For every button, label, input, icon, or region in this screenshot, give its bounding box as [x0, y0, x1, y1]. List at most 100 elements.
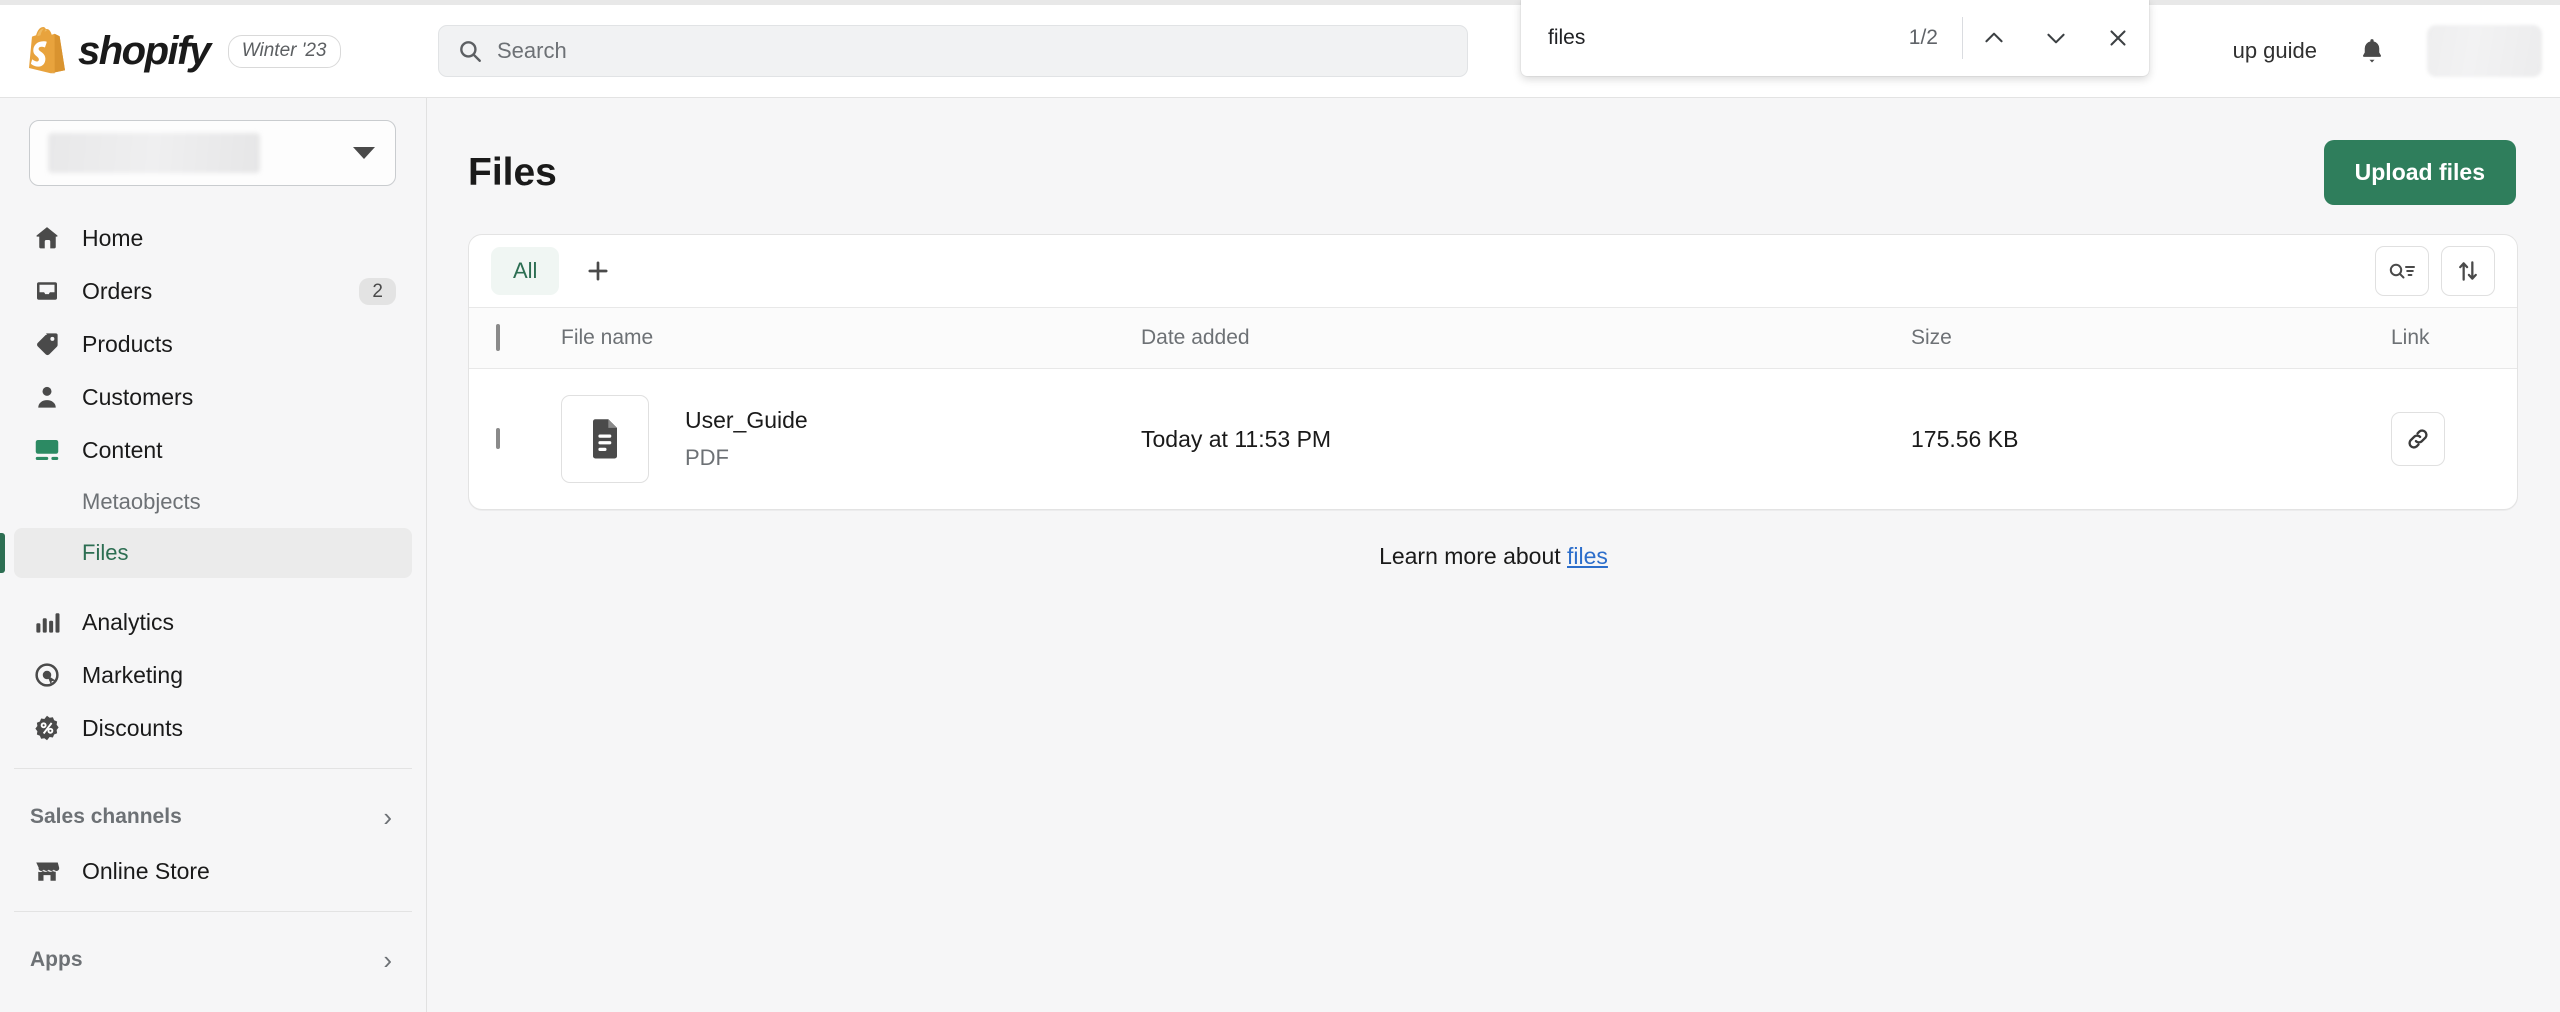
add-view-button[interactable]: [571, 244, 625, 298]
sidebar-item-label: Online Store: [82, 858, 210, 885]
sidebar-item-label: Orders: [82, 278, 152, 305]
shopify-bag-icon: [24, 27, 68, 75]
file-name-cell: User_Guide PDF: [561, 369, 1141, 510]
page-header: Files Upload files: [427, 98, 2560, 205]
select-all-checkbox[interactable]: [496, 324, 500, 351]
sidebar-item-home[interactable]: Home: [14, 212, 412, 264]
search-filter-icon: [2387, 258, 2417, 284]
global-search-input[interactable]: Search: [438, 25, 1468, 77]
home-icon: [30, 223, 64, 253]
chevron-right-icon: ›: [383, 947, 392, 973]
files-card: All: [468, 234, 2518, 510]
tab-all[interactable]: All: [491, 247, 559, 295]
account-avatar[interactable]: [2427, 25, 2542, 77]
sidebar-item-metaobjects[interactable]: Metaobjects: [14, 477, 412, 527]
sidebar-item-online-store[interactable]: Online Store: [14, 845, 412, 897]
search-filter-button[interactable]: [2375, 246, 2429, 296]
link-chain-icon: [2404, 425, 2432, 453]
copy-link-button[interactable]: [2391, 412, 2445, 466]
learn-more-text: Learn more about: [1379, 543, 1567, 569]
orders-inbox-icon: [30, 276, 64, 306]
table-row[interactable]: User_Guide PDF Today at 11:53 PM 175.56 …: [469, 369, 2517, 510]
files-help-link[interactable]: files: [1567, 543, 1608, 569]
chevron-down-icon: [2043, 25, 2069, 51]
bell-icon: [2357, 36, 2387, 66]
column-date-added[interactable]: Date added: [1141, 308, 1911, 369]
page-title: Files: [468, 151, 557, 195]
files-toolbar: All: [469, 235, 2517, 308]
sidebar-item-label: Marketing: [82, 662, 183, 689]
find-match-count: 1/2: [1909, 26, 1962, 50]
find-previous-button[interactable]: [1963, 0, 2025, 76]
top-bar-right: up guide: [2233, 25, 2560, 77]
search-placeholder: Search: [497, 38, 567, 64]
select-all-header: [469, 308, 561, 369]
sidebar-item-marketing[interactable]: Marketing: [14, 649, 412, 701]
sidebar-subitem-label: Metaobjects: [82, 489, 201, 515]
sidebar-item-label: Customers: [82, 384, 193, 411]
sidebar-item-label: Products: [82, 331, 173, 358]
sidebar-section-sales-channels[interactable]: Sales channels ›: [14, 789, 412, 845]
find-input[interactable]: files: [1521, 26, 1909, 50]
sort-arrows-icon: [2455, 258, 2481, 284]
sidebar-item-content[interactable]: Content: [14, 424, 412, 476]
column-file-name[interactable]: File name: [561, 308, 1141, 369]
link-cell: [2391, 369, 2517, 510]
date-added-cell: Today at 11:53 PM: [1141, 369, 1911, 510]
store-name: [48, 133, 260, 173]
shopify-wordmark: shopify: [78, 29, 210, 74]
files-table-head: File name Date added Size Link: [469, 308, 2517, 369]
sidebar-item-label: Discounts: [82, 715, 183, 742]
sidebar-item-label: Analytics: [82, 609, 174, 636]
person-icon: [30, 382, 64, 412]
sidebar-item-analytics[interactable]: Analytics: [14, 596, 412, 648]
row-select-cell: [469, 369, 561, 510]
sidebar-item-customers[interactable]: Customers: [14, 371, 412, 423]
setup-guide-button[interactable]: up guide: [2233, 38, 2317, 64]
learn-more-footer: Learn more about files: [427, 510, 2560, 570]
active-indicator: [0, 533, 5, 573]
notifications-button[interactable]: [2347, 26, 2397, 76]
marketing-target-icon: [30, 660, 64, 690]
close-icon: [2105, 25, 2131, 51]
file-thumbnail[interactable]: [561, 395, 649, 483]
store-selector[interactable]: [29, 120, 396, 186]
column-link[interactable]: Link: [2391, 308, 2517, 369]
sidebar-item-products[interactable]: Products: [14, 318, 412, 370]
top-bar: shopify Winter '23 Search up guide: [0, 5, 2560, 98]
sort-button[interactable]: [2441, 246, 2495, 296]
storefront-icon: [30, 856, 64, 886]
browser-viewport: shopify Winter '23 Search up guide: [0, 0, 2560, 1012]
file-name: User_Guide: [685, 407, 808, 434]
sidebar-item-orders[interactable]: Orders 2: [14, 265, 412, 317]
find-next-button[interactable]: [2025, 0, 2087, 76]
chevron-down-icon: [353, 147, 375, 159]
version-badge: Winter '23: [228, 35, 341, 68]
sidebar-section-label: Apps: [30, 948, 83, 972]
upload-files-button[interactable]: Upload files: [2324, 140, 2516, 205]
file-type: PDF: [685, 445, 808, 471]
chevron-up-icon: [1981, 25, 2007, 51]
brand-area: shopify Winter '23: [0, 27, 427, 75]
sidebar: Home Orders 2 Products Customers: [0, 98, 427, 1012]
files-table: File name Date added Size Link: [469, 308, 2517, 509]
main-content: Files Upload files All: [427, 98, 2560, 1012]
column-size[interactable]: Size: [1911, 308, 2391, 369]
sidebar-item-files[interactable]: Files: [14, 528, 412, 578]
orders-badge: 2: [359, 278, 396, 305]
row-checkbox[interactable]: [496, 428, 500, 449]
sidebar-section-label: Sales channels: [30, 805, 182, 829]
chevron-right-icon: ›: [383, 804, 392, 830]
find-close-button[interactable]: [2087, 0, 2149, 76]
files-table-body: User_Guide PDF Today at 11:53 PM 175.56 …: [469, 369, 2517, 510]
sidebar-section-apps[interactable]: Apps ›: [14, 932, 412, 988]
tag-icon: [30, 329, 64, 359]
find-in-page-bar: files 1/2: [1521, 0, 2149, 76]
sidebar-item-discounts[interactable]: Discounts: [14, 702, 412, 754]
discount-percent-icon: [30, 713, 64, 743]
shopify-logo[interactable]: shopify: [24, 27, 210, 75]
sidebar-divider-2: [14, 911, 412, 912]
pdf-file-icon: [586, 418, 624, 460]
sidebar-subitem-label: Files: [82, 540, 128, 566]
plus-icon: [584, 257, 612, 285]
